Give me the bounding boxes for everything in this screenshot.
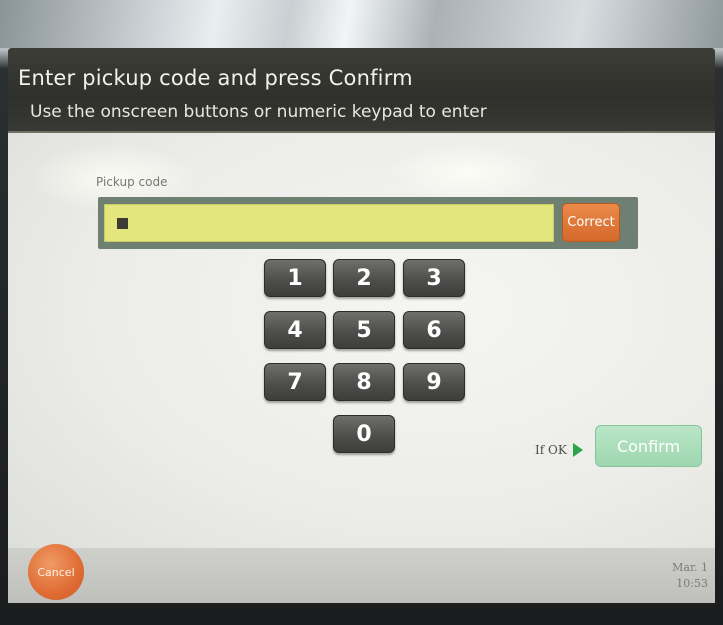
pickup-code-input[interactable] <box>104 204 554 242</box>
key-3[interactable]: 3 <box>403 259 465 297</box>
key-0[interactable]: 0 <box>333 415 395 453</box>
if-ok-label: If OK <box>535 443 567 457</box>
if-ok-hint: If OK <box>535 443 583 457</box>
input-cursor <box>117 218 128 229</box>
correct-button[interactable]: Correct <box>562 203 620 242</box>
key-9[interactable]: 9 <box>403 363 465 401</box>
kiosk-screen: Enter pickup code and press Confirm Use … <box>8 48 715 608</box>
header: Enter pickup code and press Confirm Use … <box>8 48 715 133</box>
footer-bar <box>8 548 715 603</box>
date-text: Mar. 1 <box>672 561 708 574</box>
confirm-button[interactable]: Confirm <box>595 425 702 467</box>
play-icon <box>572 443 583 457</box>
key-4[interactable]: 4 <box>264 311 326 349</box>
key-7[interactable]: 7 <box>264 363 326 401</box>
page-title: Enter pickup code and press Confirm <box>18 66 413 90</box>
datetime-display: Mar. 1 10:53 <box>638 560 708 592</box>
cancel-button[interactable]: Cancel <box>28 544 84 600</box>
key-8[interactable]: 8 <box>333 363 395 401</box>
main-content: Pickup code Correct 1 2 3 4 5 6 7 8 9 0 <box>8 133 715 573</box>
screen-glare <box>388 143 548 203</box>
pickup-code-bar: Correct <box>98 197 638 249</box>
bezel-reflection <box>0 0 723 48</box>
key-1[interactable]: 1 <box>264 259 326 297</box>
pickup-code-label: Pickup code <box>96 175 168 189</box>
page-subtitle: Use the onscreen buttons or numeric keyp… <box>30 102 487 122</box>
key-2[interactable]: 2 <box>333 259 395 297</box>
key-6[interactable]: 6 <box>403 311 465 349</box>
key-5[interactable]: 5 <box>333 311 395 349</box>
time-text: 10:53 <box>676 577 708 590</box>
